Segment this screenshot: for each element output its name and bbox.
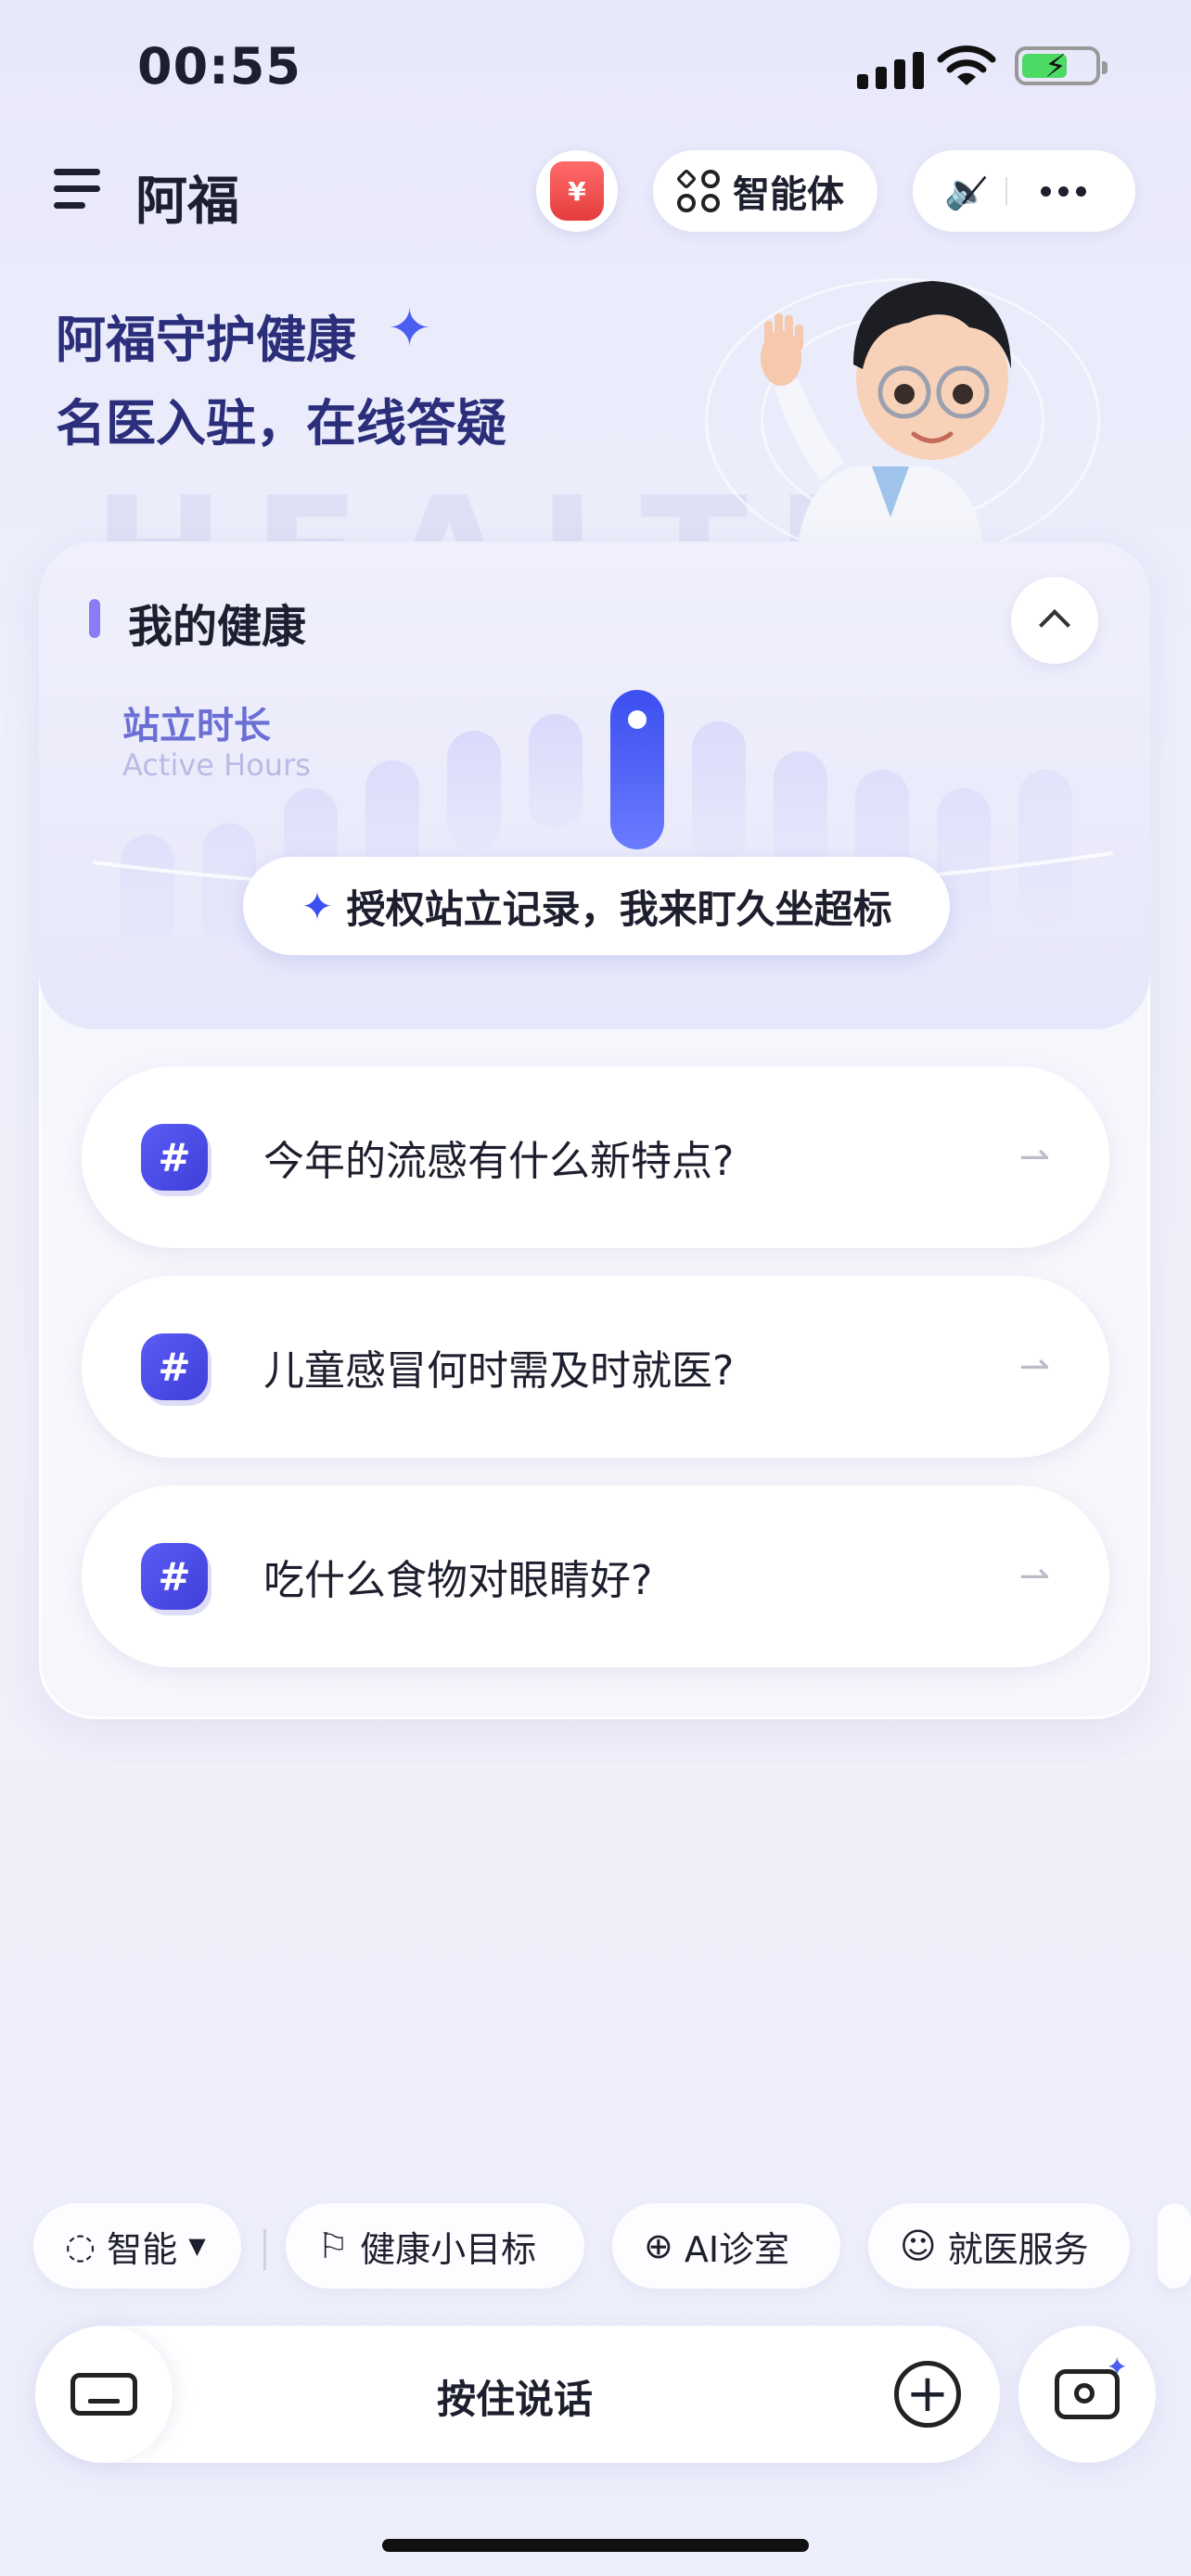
capsule-divider bbox=[1005, 177, 1007, 205]
collapse-button[interactable] bbox=[1011, 577, 1098, 664]
agent-label: 智能体 bbox=[733, 173, 844, 216]
hashtag-icon: # bbox=[141, 1333, 208, 1400]
arrow-right-icon: ⇀ bbox=[1018, 1345, 1050, 1388]
wifi-icon bbox=[937, 45, 996, 85]
ai-clinic-chip[interactable]: ⊕ AI诊室 bbox=[612, 2203, 840, 2289]
app-title: 阿福 bbox=[135, 172, 239, 232]
bar bbox=[447, 731, 501, 851]
speaker-mute-icon[interactable]: 🔈̸ bbox=[944, 171, 996, 212]
hold-to-talk-label: 按住说话 bbox=[436, 2377, 593, 2422]
battery-icon: ⚡ bbox=[1015, 46, 1108, 85]
arrow-right-icon: ⇀ bbox=[1018, 1136, 1050, 1179]
bar bbox=[692, 721, 746, 865]
question-card[interactable]: # 吃什么食物对眼睛好? ⇀ bbox=[82, 1486, 1109, 1667]
health-goal-chip[interactable]: ⚐ 健康小目标 bbox=[286, 2203, 584, 2289]
capsule-menu: 🔈̸ bbox=[913, 150, 1135, 232]
sparkle-icon: ✦ bbox=[388, 299, 431, 359]
bar bbox=[1018, 770, 1072, 923]
apps-grid-icon bbox=[675, 168, 720, 212]
health-goal-label: 健康小目标 bbox=[360, 2228, 537, 2270]
medical-service-label: 就医服务 bbox=[947, 2228, 1089, 2270]
caret-down-icon: ▼ bbox=[188, 2233, 206, 2259]
ai-clinic-label: AI诊室 bbox=[684, 2228, 790, 2270]
health-card-title: 我的健康 bbox=[128, 601, 307, 653]
bar-active-dot bbox=[628, 710, 647, 729]
more-icon[interactable] bbox=[1041, 185, 1086, 197]
status-time: 00:55 bbox=[137, 37, 301, 96]
bar bbox=[529, 714, 583, 830]
question-card[interactable]: # 今年的流感有什么新特点? ⇀ bbox=[82, 1066, 1109, 1248]
tip-text: 授权站立记录，我来盯久坐超标 bbox=[346, 886, 892, 932]
coin-jar-button[interactable]: ¥ bbox=[536, 150, 618, 232]
question-text: 吃什么食物对眼睛好? bbox=[263, 1557, 653, 1604]
more-chip-partial[interactable] bbox=[1158, 2203, 1191, 2289]
medical-service-chip[interactable]: ☺ 就医服务 bbox=[868, 2203, 1130, 2289]
mode-label: 智能 bbox=[107, 2228, 178, 2270]
hashtag-icon: # bbox=[141, 1543, 208, 1610]
agent-button[interactable]: 智能体 bbox=[653, 150, 877, 232]
cellular-signal-icon bbox=[857, 48, 924, 89]
menu-icon[interactable] bbox=[54, 169, 100, 219]
chip-divider bbox=[263, 2229, 266, 2270]
chat-plus-icon: ⊕ bbox=[644, 2225, 673, 2266]
arrow-right-icon: ⇀ bbox=[1018, 1555, 1050, 1598]
mode-selector-chip[interactable]: ◌ 智能 ▼ bbox=[33, 2203, 241, 2289]
doctor-avatar bbox=[761, 281, 1011, 545]
question-text: 儿童感冒何时需及时就医? bbox=[263, 1347, 735, 1395]
bar bbox=[121, 835, 174, 955]
hero-title: 阿福守护健康 bbox=[56, 311, 356, 369]
smart-mode-icon: ◌ bbox=[65, 2225, 96, 2266]
hero-subtitle: 名医入驻，在线答疑 bbox=[56, 394, 506, 453]
question-text: 今年的流感有什么新特点? bbox=[263, 1138, 735, 1185]
goal-flag-icon: ⚐ bbox=[317, 2225, 350, 2266]
hashtag-icon: # bbox=[141, 1124, 208, 1191]
authorize-standing-tip[interactable]: ✦ 授权站立记录，我来盯久坐超标 bbox=[243, 857, 950, 955]
title-accent-bar bbox=[89, 599, 100, 638]
camera-button[interactable]: ✦ bbox=[1018, 2326, 1156, 2463]
camera-icon: ✦ bbox=[1055, 2352, 1128, 2419]
chevron-up-icon bbox=[1039, 609, 1070, 641]
sparkle-icon: ✦ bbox=[301, 883, 334, 929]
coin-icon: ¥ bbox=[550, 161, 604, 221]
plus-icon[interactable]: + bbox=[894, 2361, 961, 2428]
doctor-badge-icon: ☺ bbox=[900, 2225, 937, 2266]
question-card[interactable]: # 儿童感冒何时需及时就医? ⇀ bbox=[82, 1276, 1109, 1458]
home-indicator bbox=[382, 2539, 809, 2552]
